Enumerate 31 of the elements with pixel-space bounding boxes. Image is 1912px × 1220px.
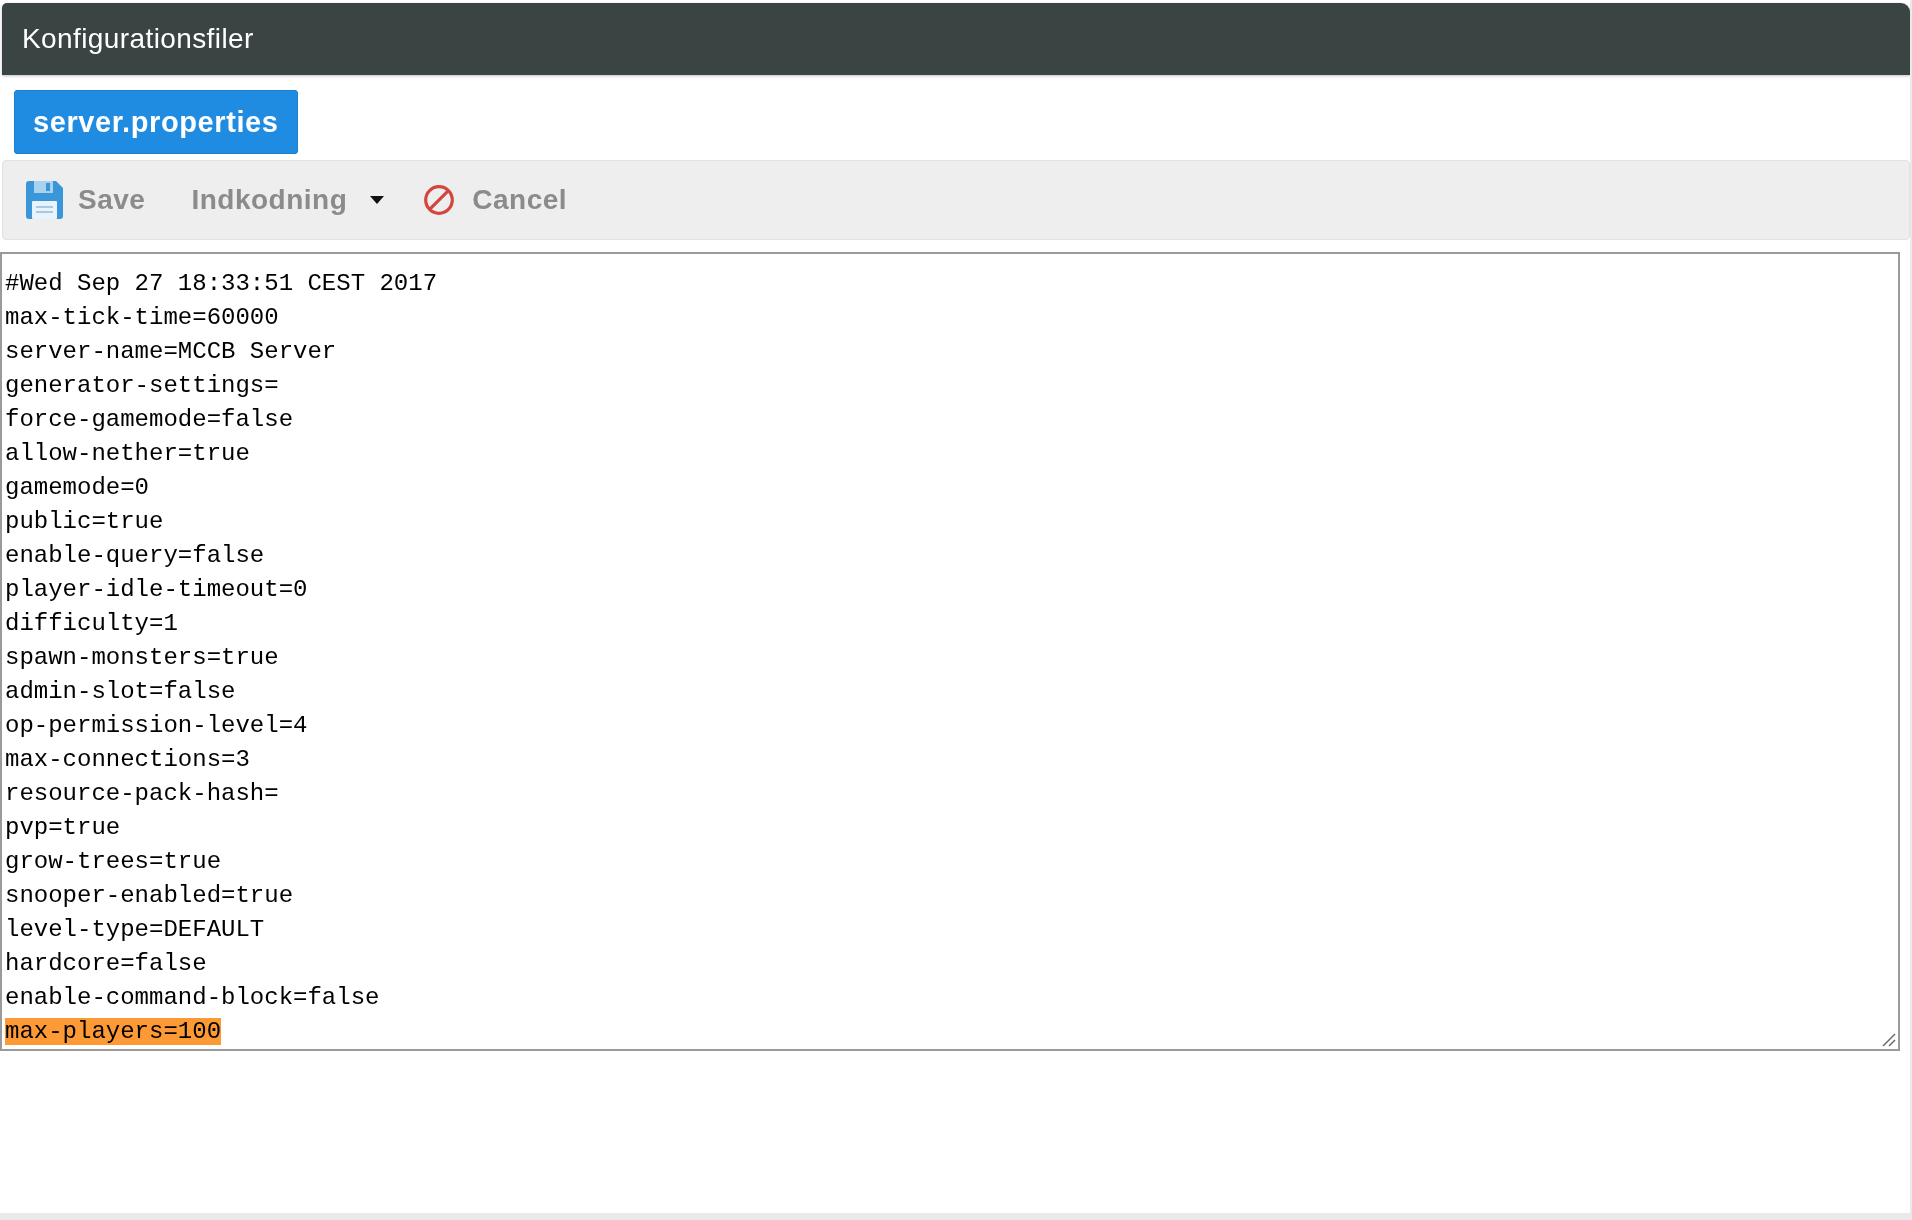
config-line: generator-settings= bbox=[5, 372, 279, 399]
config-line: resource-pack-hash= bbox=[5, 780, 279, 807]
dropdown-button[interactable]: Indkodning bbox=[191, 184, 385, 216]
config-line: admin-slot=false bbox=[5, 678, 236, 705]
config-line: max-connections=3 bbox=[5, 746, 250, 773]
config-line: #Wed Sep 27 18:33:51 CEST 2017 bbox=[5, 270, 438, 297]
panel-title: Konfigurationsfiler bbox=[22, 23, 254, 55]
cancel-icon bbox=[424, 185, 455, 215]
config-line: max-tick-time=60000 bbox=[5, 304, 279, 331]
config-line: spawn-monsters=true bbox=[5, 644, 279, 671]
config-line: gamemode=0 bbox=[5, 474, 150, 501]
save-button[interactable]: Save bbox=[26, 181, 146, 219]
config-line: level-type=DEFAULT bbox=[5, 916, 265, 943]
config-line: enable-query=false bbox=[5, 542, 265, 569]
config-line: pvp=true bbox=[5, 814, 121, 841]
file-tab[interactable]: server.properties bbox=[14, 90, 298, 154]
cancel-button[interactable]: Cancel bbox=[424, 184, 568, 216]
config-line: hardcore=false bbox=[5, 950, 207, 977]
resize-handle-icon[interactable] bbox=[1882, 1033, 1896, 1047]
config-line: force-gamemode=false bbox=[5, 406, 294, 433]
config-line: grow-trees=true bbox=[5, 848, 222, 875]
config-line: difficulty=1 bbox=[5, 610, 178, 637]
config-line: allow-nether=true bbox=[5, 440, 250, 467]
text-editor-field[interactable] bbox=[0, 252, 1900, 1051]
config-line: op-permission-level=4 bbox=[5, 712, 308, 739]
config-line: server-name=MCCB Server bbox=[5, 338, 337, 365]
config-line: enable-command-block=false bbox=[5, 984, 380, 1011]
config-line: public=true bbox=[5, 508, 164, 535]
caret-icon bbox=[370, 196, 385, 204]
config-line: snooper-enabled=true bbox=[5, 882, 294, 909]
config-line: player-idle-timeout=0 bbox=[5, 576, 308, 603]
